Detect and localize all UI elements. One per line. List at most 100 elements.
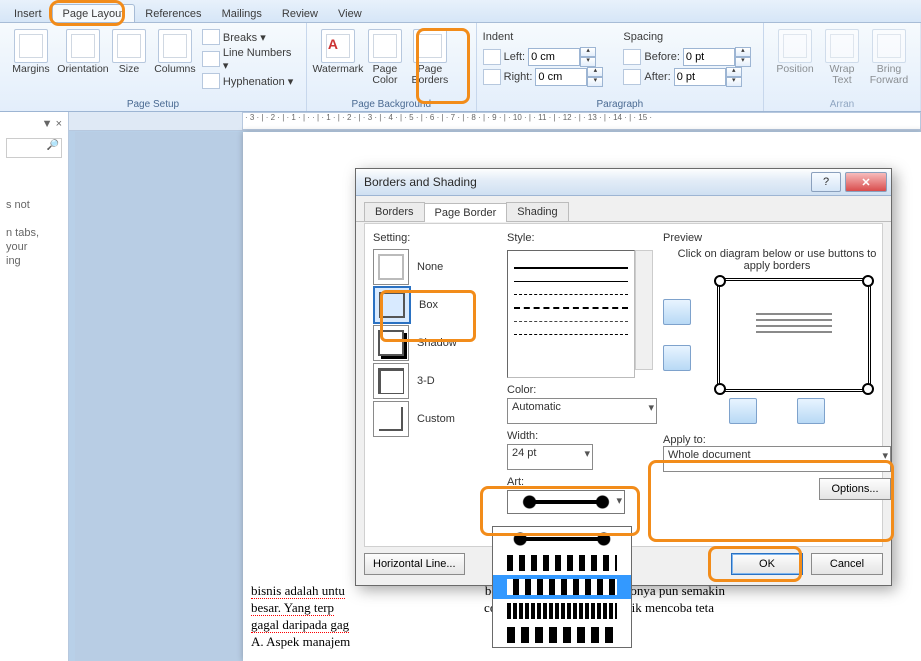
hyphenation-button[interactable]: Hyphenation ▾ — [202, 71, 300, 91]
hyphenation-icon — [202, 73, 220, 89]
indent-heading: Indent — [483, 27, 604, 47]
style-column: Style: Color: Automatic Width: 24 pt Art… — [507, 232, 655, 538]
none-icon — [373, 249, 409, 285]
width-label: Width: — [507, 430, 538, 442]
spin-down[interactable]: ▾ — [580, 57, 596, 67]
setting-custom[interactable]: Custom — [373, 400, 499, 438]
art-option-icon — [507, 555, 617, 571]
navigation-pane: ▼ × s notn tabs, your ing — [0, 112, 69, 661]
art-combo[interactable] — [507, 490, 625, 514]
color-label: Color: — [507, 384, 536, 396]
indent-left-input[interactable] — [528, 48, 580, 66]
style-label: Style: — [507, 232, 655, 244]
tab-view[interactable]: View — [328, 5, 372, 22]
margins-button[interactable]: Margins — [6, 25, 56, 91]
size-button[interactable]: Size — [110, 25, 148, 91]
preview-top-button[interactable] — [663, 299, 691, 325]
tab-review[interactable]: Review — [272, 5, 328, 22]
preview-hint: Click on diagram below or use buttons to… — [663, 248, 891, 272]
dialog-tabs: Borders Page Border Shading — [356, 196, 891, 222]
line-numbers-icon — [202, 51, 220, 67]
threeD-icon — [373, 363, 409, 399]
columns-button[interactable]: Columns — [150, 25, 200, 91]
line-numbers-button[interactable]: Line Numbers ▾ — [202, 49, 300, 69]
color-combo[interactable]: Automatic — [507, 398, 657, 424]
preview-bottom-button[interactable] — [663, 345, 691, 371]
forward-icon — [872, 29, 906, 63]
spacing-before-input[interactable] — [683, 48, 735, 66]
setting-column: Setting: None Box Shadow 3-D Custom — [373, 232, 499, 538]
art-dropdown-list[interactable] — [492, 526, 632, 648]
group-label-page-background: Page Background — [307, 99, 476, 110]
gear-art-icon — [518, 495, 614, 509]
horizontal-line-button[interactable]: Horizontal Line... — [364, 553, 465, 575]
close-button[interactable]: ✕ — [845, 172, 887, 192]
watermark-icon: A — [321, 29, 355, 63]
spacing-after-icon — [623, 69, 641, 85]
tab-insert[interactable]: Insert — [4, 5, 52, 22]
spacing-before-label: Before: — [644, 51, 679, 63]
art-option-icon — [507, 579, 617, 595]
indent-right-input[interactable] — [535, 68, 587, 86]
dialog-titlebar[interactable]: Borders and Shading ? ✕ — [356, 169, 891, 196]
page-color-button[interactable]: Page Color — [365, 25, 405, 86]
nav-message: s notn tabs, your ing — [6, 198, 62, 268]
art-option-icon — [507, 531, 617, 547]
box-icon — [373, 286, 411, 324]
preview-column: Preview Click on diagram below or use bu… — [663, 232, 891, 538]
art-option-icon — [507, 603, 617, 619]
tab-borders[interactable]: Borders — [364, 202, 425, 221]
borders-and-shading-dialog: Borders and Shading ? ✕ Borders Page Bor… — [355, 168, 892, 586]
tab-page-layout[interactable]: Page Layout — [52, 4, 136, 22]
preview-right-button[interactable] — [797, 398, 825, 424]
apply-to-combo[interactable]: Whole document — [663, 446, 891, 472]
breaks-button[interactable]: Breaks ▾ — [202, 27, 300, 47]
bring-forward-button: Bring Forward — [864, 25, 914, 86]
preview-label: Preview — [663, 232, 891, 244]
style-scrollbar[interactable] — [635, 250, 653, 370]
tab-page-border[interactable]: Page Border — [424, 203, 508, 222]
preview-left-button[interactable] — [729, 398, 757, 424]
options-button[interactable]: Options... — [819, 478, 891, 500]
style-listbox[interactable] — [507, 250, 635, 378]
art-option-icon — [507, 627, 617, 643]
setting-3d[interactable]: 3-D — [373, 362, 499, 400]
orientation-button[interactable]: Orientation — [58, 25, 108, 91]
page-borders-icon — [413, 29, 447, 63]
spin-up[interactable]: ▴ — [580, 47, 596, 57]
help-button[interactable]: ? — [811, 172, 841, 192]
custom-icon — [373, 401, 409, 437]
art-label: Art: — [507, 476, 524, 488]
setting-label: Setting: — [373, 232, 499, 244]
setting-none[interactable]: None — [373, 248, 499, 286]
dialog-title: Borders and Shading — [364, 175, 477, 189]
setting-shadow[interactable]: Shadow — [373, 324, 499, 362]
tab-references[interactable]: References — [135, 5, 211, 22]
group-label-paragraph: Paragraph — [477, 99, 763, 110]
setting-box[interactable]: Box — [373, 286, 499, 324]
tab-mailings[interactable]: Mailings — [212, 5, 272, 22]
nav-close-button[interactable]: ▼ × — [42, 118, 62, 130]
tab-shading[interactable]: Shading — [506, 202, 568, 221]
ribbon-tabs: Insert Page Layout References Mailings R… — [0, 0, 921, 23]
indent-right-icon — [483, 69, 501, 85]
watermark-button[interactable]: AWatermark — [313, 25, 363, 86]
ok-button[interactable]: OK — [731, 553, 803, 575]
width-combo[interactable]: 24 pt — [507, 444, 593, 470]
orientation-icon — [66, 29, 100, 63]
page-borders-button[interactable]: Page Borders — [407, 25, 453, 86]
preview-page[interactable] — [717, 278, 871, 392]
size-icon — [112, 29, 146, 63]
cancel-button[interactable]: Cancel — [811, 553, 883, 575]
margins-icon — [14, 29, 48, 63]
nav-search-input[interactable] — [6, 138, 62, 158]
horizontal-ruler[interactable]: · 3 · | · 2 · | · 1 · | · · | · 1 · | · … — [242, 112, 921, 130]
apply-to-label: Apply to: — [663, 434, 706, 446]
spacing-after-input[interactable] — [674, 68, 726, 86]
wrap-icon — [825, 29, 859, 63]
spacing-before-icon — [623, 49, 641, 65]
group-label-arrange: Arran — [764, 99, 920, 110]
position-icon — [778, 29, 812, 63]
columns-icon — [158, 29, 192, 63]
ribbon: Margins Orientation Size Columns Breaks … — [0, 23, 921, 112]
